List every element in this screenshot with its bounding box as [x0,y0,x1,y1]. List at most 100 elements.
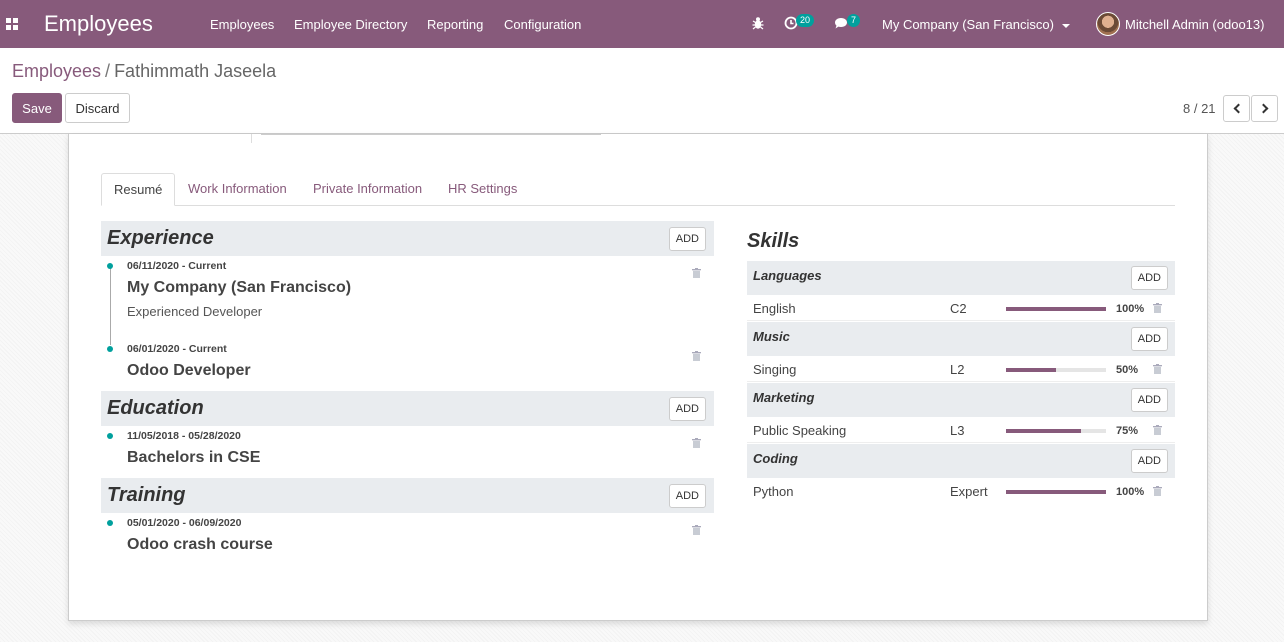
pager-previous-button[interactable] [1223,95,1250,122]
resume-section-header: Education ADD [101,391,714,426]
skill-row[interactable]: Singing L2 50% [747,356,1175,382]
top-navbar: Employees Employees Employee Directory R… [0,0,1284,48]
message-count-badge: 7 [847,14,861,27]
tab-hr-settings[interactable]: HR Settings [448,173,517,206]
skill-level: Expert [950,484,988,499]
messaging-chat-icon[interactable] [834,17,848,30]
skill-name: Singing [753,362,797,377]
skill-name: English [753,301,796,316]
divider [261,134,601,135]
skill-progress-label: 50% [1116,364,1139,376]
pager-next-button[interactable] [1251,95,1278,122]
apps-menu-icon[interactable] [6,18,18,30]
skill-row[interactable]: Public Speaking L3 75% [747,417,1175,443]
trash-icon[interactable] [692,438,701,448]
app-title[interactable]: Employees [44,11,153,37]
company-name: My Company (San Francisco) [882,17,1054,32]
resume-line-title[interactable]: Odoo crash course [127,536,273,554]
breadcrumb: Employees / Fathimmath Jaseela [12,61,276,82]
trash-icon[interactable] [1153,425,1162,435]
skill-progress-bar [1006,307,1106,311]
save-button[interactable]: Save [12,93,62,123]
resume-section-title: Training [107,484,186,506]
resume-line-description: Experienced Developer [127,304,263,319]
skill-progress-fill [1006,429,1081,433]
skill-progress-label: 100% [1116,486,1145,498]
timeline-line [110,267,111,345]
skill-name: Python [753,484,794,499]
skill-name: Public Speaking [753,423,847,438]
trash-icon[interactable] [1153,364,1162,374]
add-skill-button[interactable]: ADD [1130,266,1168,290]
chevron-right-icon [1258,103,1268,114]
skill-group-title: Music [753,329,790,344]
tab-private-information[interactable]: Private Information [313,173,422,206]
form-sheet: Resumé Work Information Private Informat… [68,134,1208,621]
add-skill-button[interactable]: ADD [1130,449,1168,473]
add-skill-button[interactable]: ADD [1130,388,1168,412]
control-panel: Employees / Fathimmath Jaseela Save Discar… [0,48,1284,134]
resume-line-title[interactable]: My Company (San Francisco) [127,279,351,297]
resume-line-date: 06/11/2020 - Current [127,260,227,272]
skill-group-title: Marketing [753,390,815,405]
company-switcher[interactable]: My Company (San Francisco) [882,17,1070,32]
trash-icon[interactable] [692,351,701,361]
trash-icon[interactable] [692,525,701,535]
menu-employee-directory[interactable]: Employee Directory [294,17,407,32]
add-resume-line-button[interactable]: ADD [668,484,706,508]
menu-employees[interactable]: Employees [210,17,274,32]
tab-resume[interactable]: Resumé [101,173,176,206]
timeline-dot [107,263,113,269]
skill-progress-bar [1006,429,1106,433]
breadcrumb-parent-link[interactable]: Employees [12,61,101,81]
skill-progress-fill [1006,368,1056,372]
breadcrumb-separator: / [105,61,111,81]
resume-line-date: 05/01/2020 - 06/09/2020 [127,517,242,529]
skill-group-header: Marketing ADD [747,383,1175,417]
debug-bug-icon[interactable] [752,16,764,30]
notebook-tabs: Resumé Work Information Private Informat… [101,173,1175,206]
resume-line-date: 06/01/2020 - Current [127,343,227,355]
skill-group-header: Languages ADD [747,261,1175,295]
skill-row[interactable]: English C2 100% [747,295,1175,321]
resume-line-title[interactable]: Odoo Developer [127,362,251,380]
resume-line-date: 11/05/2018 - 05/28/2020 [127,430,241,442]
skill-progress-label: 100% [1116,303,1145,315]
user-avatar[interactable] [1096,12,1120,36]
add-skill-button[interactable]: ADD [1130,327,1168,351]
tab-work-information[interactable]: Work Information [188,173,287,206]
divider [251,134,252,143]
trash-icon[interactable] [1153,303,1162,313]
skills-title: Skills [747,230,800,252]
user-menu[interactable]: Mitchell Admin (odoo13) [1125,17,1264,32]
trash-icon[interactable] [1153,486,1162,496]
skill-level: C2 [950,301,967,316]
skill-row[interactable]: Python Expert 100% [747,478,1175,504]
add-resume-line-button[interactable]: ADD [668,397,706,421]
skill-level: L2 [950,362,965,377]
skill-progress-bar [1006,490,1106,494]
pager-value[interactable]: 8 / 21 [1183,101,1216,116]
add-resume-line-button[interactable]: ADD [668,227,706,251]
skill-group-title: Languages [753,268,822,283]
discard-button[interactable]: Discard [65,93,130,123]
resume-section-title: Education [107,397,204,419]
skill-progress-fill [1006,307,1106,311]
skill-progress-fill [1006,490,1106,494]
skill-progress-label: 75% [1116,425,1139,437]
timeline-dot [107,346,113,352]
skill-group-header: Music ADD [747,322,1175,356]
skill-level: L3 [950,423,965,438]
skill-group-header: Coding ADD [747,444,1175,478]
chevron-left-icon [1233,103,1243,114]
menu-configuration[interactable]: Configuration [504,17,581,32]
breadcrumb-current: Fathimmath Jaseela [114,61,277,81]
trash-icon[interactable] [692,268,701,278]
chevron-down-icon [1061,23,1070,28]
menu-reporting[interactable]: Reporting [427,17,483,32]
activity-count-badge: 20 [796,14,815,27]
resume-section-header: Training ADD [101,478,714,513]
resume-line-title[interactable]: Bachelors in CSE [127,449,260,467]
resume-section-header: Experience ADD [101,221,714,256]
timeline-dot [107,520,113,526]
